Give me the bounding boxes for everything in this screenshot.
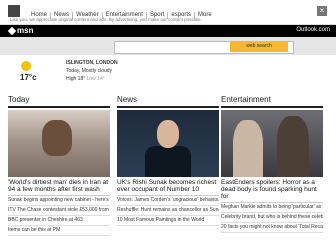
top-navigation: Home News Weather Entertainment Sport es… [0,0,336,25]
list-item[interactable]: Items can be this at PM [8,226,110,236]
column-title[interactable]: News [117,95,219,108]
list-item[interactable]: Meghan Markle admits to being 'particula… [221,203,323,213]
list-item[interactable]: 10 Most Famous Paintings in the World [117,216,219,226]
list-item[interactable]: ITV The Chase contestant stole £53,000 f… [8,206,110,216]
story-list: Meghan Markle admits to being 'particula… [221,203,323,233]
msn-logo[interactable]: msn [7,26,34,36]
outlook-link[interactable]: Outlook.com [296,27,330,33]
news-image[interactable] [221,110,323,177]
sun-icon [21,61,31,71]
column-title[interactable]: Entertainment [221,95,323,108]
list-item[interactable]: Voices: James Corden's 'ungracious' beha… [117,196,219,206]
headline[interactable]: EastEnders spoilers: Horror as a dead bo… [221,179,323,203]
list-item[interactable]: BBC presenter in Cheshire at 463 [8,216,110,226]
brand-name: msn [17,26,34,35]
list-item[interactable]: 20 facts you might not know about 'Total… [221,223,323,233]
list-item[interactable]: Celebrity brand, but who is behind these… [221,213,323,223]
headline[interactable]: UK's Rishi Sunak becomes richest ever oc… [117,179,219,196]
column-entertainment: Entertainment EastEnders spoilers: Horro… [221,95,323,233]
story-list: Voices: James Corden's 'ungracious' beha… [117,196,219,226]
weather-range: High 18° Low 14° [66,76,105,82]
weather-location[interactable]: ISLINGTON, LONDON [66,60,118,66]
temperature[interactable]: 17°c [20,73,37,82]
weather-high: High 18° [66,76,86,82]
home-icon[interactable] [8,5,20,17]
butterfly-icon [7,26,17,36]
msn-header-bar: msn Outlook.com [0,25,336,37]
column-news: News UK's Rishi Sunak becomes richest ev… [117,95,219,226]
headline[interactable]: 'World's dirtiest man' dies in Iran at 9… [8,179,110,196]
list-item[interactable]: Sunak begins appointing new cabinet - he… [8,196,110,206]
web-search-button[interactable]: web search [230,41,288,52]
list-item[interactable]: Reshuffle: Hunt remains as chancellor as… [117,206,219,216]
story-list: Sunak begins appointing new cabinet - he… [8,196,110,236]
news-image[interactable] [8,110,110,177]
news-image[interactable] [117,110,219,177]
weather-description: Today, Mostly cloudy [66,68,113,74]
close-icon[interactable]: × [317,6,327,16]
column-today: Today 'World's dirtiest man' dies in Ira… [8,95,110,236]
search-area: web search [0,37,336,55]
column-title[interactable]: Today [8,95,110,108]
weather-low: Low 14° [86,76,105,82]
ad-notice: Like you, we appreciate original content… [10,17,202,22]
